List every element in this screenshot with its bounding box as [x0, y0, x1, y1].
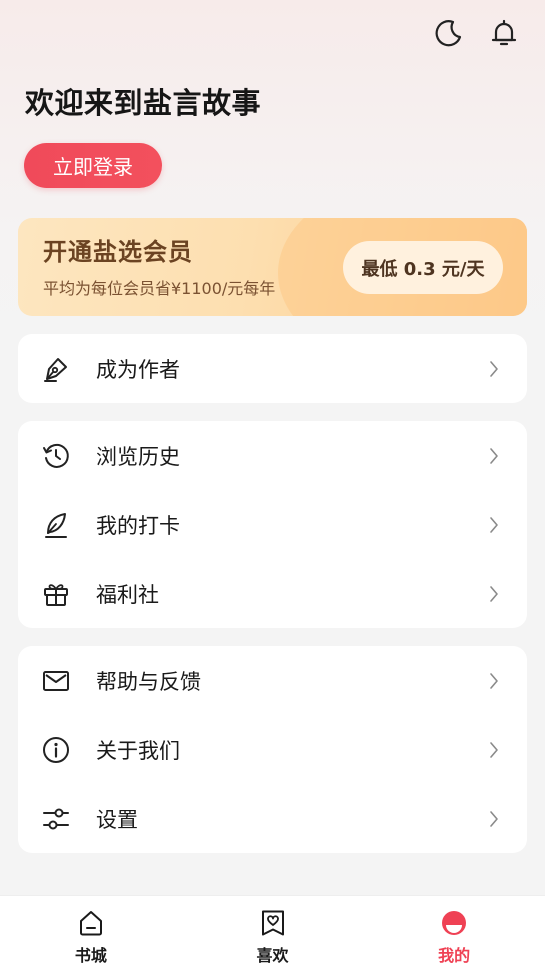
sliders-icon — [43, 808, 69, 829]
menu-item-label: 成为作者 — [96, 357, 180, 382]
menu-item-settings[interactable]: 设置 — [18, 784, 527, 853]
menu-item-checkin[interactable]: 我的打卡 — [18, 490, 527, 559]
gift-icon — [44, 583, 68, 606]
tab-bookstore[interactable]: 书城 — [0, 896, 182, 970]
pen-nib-icon — [44, 357, 67, 382]
chevron-right-icon — [490, 741, 498, 758]
moon-icon[interactable] — [431, 16, 465, 50]
menu-group-support: 帮助与反馈 关于我们 设置 — [18, 646, 527, 853]
tab-favorites[interactable]: 喜欢 — [182, 896, 364, 970]
info-icon — [43, 736, 69, 763]
login-button[interactable]: 立即登录 — [24, 143, 162, 188]
tab-label: 书城 — [74, 946, 107, 965]
vip-banner[interactable]: 开通盐选会员 平均为每位会员省¥1100/元每年 最低 0.3 元/天 — [18, 218, 527, 316]
tab-mine[interactable]: 我的 — [363, 896, 545, 970]
heart-bookmark-icon — [261, 910, 284, 936]
bell-icon[interactable] — [487, 16, 521, 50]
menu-item-label: 福利社 — [96, 582, 159, 607]
menu-group-activity: 浏览历史 我的打卡 福利社 — [18, 421, 527, 628]
bottom-tab-bar: 书城 喜欢 我的 — [0, 895, 545, 970]
menu-item-label: 浏览历史 — [96, 444, 180, 469]
mail-icon — [43, 670, 69, 691]
menu-item-history[interactable]: 浏览历史 — [18, 421, 527, 490]
home-icon — [79, 911, 102, 936]
welcome-title: 欢迎来到盐言故事 — [25, 86, 262, 120]
chevron-right-icon — [490, 672, 498, 689]
vip-title: 开通盐选会员 — [43, 237, 193, 266]
chevron-right-icon — [490, 585, 498, 602]
top-actions — [431, 16, 521, 50]
menu-group-author: 成为作者 — [18, 334, 527, 403]
tab-label: 喜欢 — [256, 946, 289, 965]
feather-icon — [45, 512, 67, 538]
menu-item-become-author[interactable]: 成为作者 — [18, 334, 527, 403]
tab-label: 我的 — [438, 946, 471, 965]
chevron-right-icon — [490, 516, 498, 533]
vip-price-button[interactable]: 最低 0.3 元/天 — [343, 241, 503, 294]
history-icon — [43, 443, 69, 468]
menu-item-label: 我的打卡 — [96, 513, 180, 538]
menu-item-about[interactable]: 关于我们 — [18, 715, 527, 784]
profile-icon — [442, 911, 467, 935]
chevron-right-icon — [490, 447, 498, 464]
menu-item-welfare[interactable]: 福利社 — [18, 559, 527, 628]
vip-subtitle: 平均为每位会员省¥1100/元每年 — [43, 279, 276, 298]
chevron-right-icon — [490, 810, 498, 827]
chevron-right-icon — [490, 360, 498, 377]
menu-item-label: 设置 — [96, 807, 138, 832]
menu-item-label: 关于我们 — [96, 738, 180, 763]
menu-item-label: 帮助与反馈 — [96, 669, 201, 694]
menu-item-help-feedback[interactable]: 帮助与反馈 — [18, 646, 527, 715]
